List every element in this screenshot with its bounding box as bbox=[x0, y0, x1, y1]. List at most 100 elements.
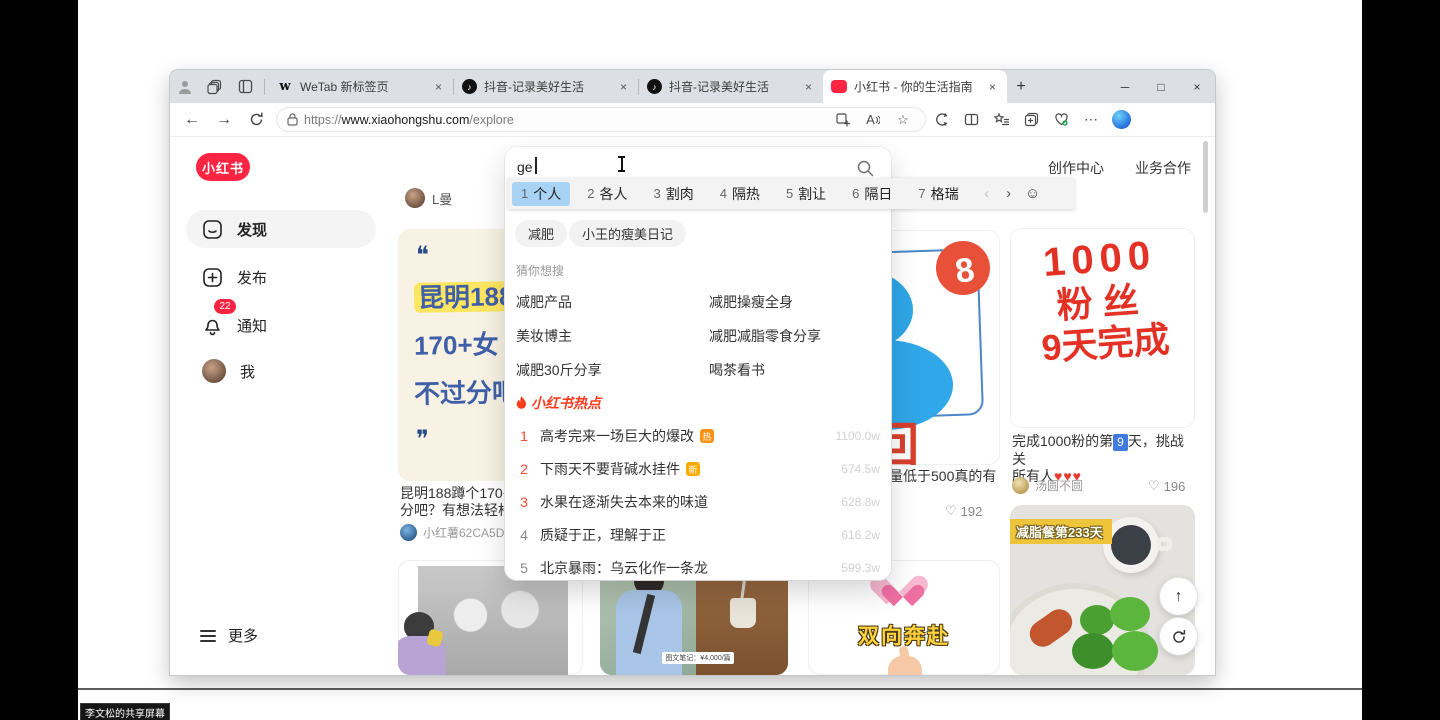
tab-douyin-1[interactable]: ♪ 抖音-记录美好生活 × bbox=[454, 70, 638, 103]
refresh-feed-button[interactable] bbox=[1160, 618, 1197, 655]
maximize-button[interactable]: □ bbox=[1143, 70, 1179, 103]
refresh-icon bbox=[1171, 629, 1187, 645]
search-suggestion[interactable]: 减肥减脂零食分享 bbox=[709, 326, 821, 346]
favorite-star-icon[interactable]: ☆ bbox=[891, 109, 915, 131]
note-card-1000-fans[interactable]: 1000 粉丝 9天完成 bbox=[1010, 228, 1195, 428]
favorites-icon[interactable] bbox=[986, 106, 1016, 134]
search-suggestion[interactable]: 减肥产品 bbox=[516, 292, 572, 312]
hot-topic-item[interactable]: 1 高考完来一场巨大的爆改 热 1100.0w bbox=[516, 425, 880, 447]
sidebar-item-label: 更多 bbox=[228, 625, 258, 646]
sidebar-item-label: 发布 bbox=[237, 267, 267, 288]
tab-close-icon[interactable]: × bbox=[617, 80, 630, 94]
hot-topic-item[interactable]: 3 水果在逐渐失去本来的味道 628.8w bbox=[516, 491, 880, 513]
search-suggestion[interactable]: 减肥30斤分享 bbox=[516, 360, 602, 380]
page-scrollbar[interactable] bbox=[1203, 141, 1208, 213]
tab-douyin-2[interactable]: ♪ 抖音-记录美好生活 × bbox=[639, 70, 823, 103]
read-aloud-icon[interactable]: A bbox=[861, 109, 885, 131]
note-title-cropped[interactable]: 量低于500真的有 bbox=[889, 468, 996, 485]
shopping-icon[interactable] bbox=[926, 106, 956, 134]
hamburger-icon bbox=[200, 627, 216, 645]
browser-essentials-icon[interactable] bbox=[1046, 106, 1076, 134]
search-input[interactable]: ge bbox=[517, 159, 533, 175]
search-icon[interactable] bbox=[857, 160, 874, 177]
feed-user-chip[interactable]: L曼 bbox=[405, 188, 452, 208]
discover-icon bbox=[202, 219, 223, 240]
ime-candidate[interactable]: 2各人 bbox=[578, 182, 636, 206]
settings-more-icon[interactable]: ⋯ bbox=[1076, 106, 1106, 134]
tab-strip: w WeTab 新标签页 × ♪ 抖音-记录美好生活 × ♪ 抖音-记录美好生活… bbox=[170, 70, 1215, 103]
sidebar-item-notifications[interactable]: 通知 bbox=[186, 306, 376, 344]
broccoli bbox=[1110, 597, 1150, 631]
hot-topic-item[interactable]: 5 北京暴雨：乌云化作一条龙 599.3w bbox=[516, 557, 880, 579]
screen-share-label: 李文松的共享屏幕 bbox=[80, 703, 170, 720]
feed-user-name: L曼 bbox=[432, 189, 452, 208]
tab-label: 小红书 - 你的生活指南 bbox=[854, 78, 979, 95]
douyin-favicon: ♪ bbox=[647, 79, 662, 94]
note-author[interactable]: 小红薯62CA5DA bbox=[400, 524, 512, 541]
address-bar[interactable]: https://www.xiaohongshu.com/explore A ☆ bbox=[276, 107, 926, 132]
tab-label: 抖音-记录美好生活 bbox=[669, 78, 795, 95]
ime-candidate-selected[interactable]: 1个人 bbox=[512, 182, 570, 206]
hot-topic-item[interactable]: 4 质疑于正，理解于正 616.2w bbox=[516, 524, 880, 546]
tab-close-icon[interactable]: × bbox=[432, 80, 445, 94]
mouse-ibeam-cursor bbox=[616, 155, 627, 172]
tab-close-icon[interactable]: × bbox=[986, 80, 999, 94]
sidebar-item-discover[interactable]: 发现 bbox=[186, 210, 376, 248]
back-button[interactable]: ← bbox=[176, 106, 208, 134]
ime-emoji-icon[interactable]: ☺ bbox=[1020, 185, 1046, 202]
sidebar-item-more[interactable]: 更多 bbox=[200, 625, 258, 646]
url-text: https://www.xiaohongshu.com/explore bbox=[304, 113, 514, 127]
hot-topic-item[interactable]: 2 下雨天不要背碱水挂件 新 674.5w bbox=[516, 458, 880, 480]
new-badge: 新 bbox=[686, 462, 700, 476]
xiaohongshu-logo[interactable]: 小红书 bbox=[196, 153, 250, 181]
note-author[interactable]: 汤圆不圆 bbox=[1012, 477, 1083, 494]
minimize-button[interactable]: ─ bbox=[1107, 70, 1143, 103]
creator-center-link[interactable]: 创作中心 bbox=[1048, 158, 1104, 178]
like-count[interactable]: ♡196 bbox=[1148, 478, 1185, 494]
split-new-tab-icon[interactable] bbox=[831, 109, 855, 131]
business-link[interactable]: 业务合作 bbox=[1135, 158, 1191, 178]
quote-close: ❞ bbox=[416, 425, 429, 453]
scroll-to-top-button[interactable]: ↑ bbox=[1160, 578, 1197, 615]
video-edge-line bbox=[78, 688, 1362, 690]
search-suggestion[interactable]: 减肥操瘦全身 bbox=[709, 292, 793, 312]
history-chip[interactable]: 小王的瘦美日记 bbox=[569, 220, 686, 247]
ime-candidate[interactable]: 7格瑞 bbox=[909, 182, 967, 206]
like-count[interactable]: ♡192 bbox=[945, 503, 982, 519]
tab-close-icon[interactable]: × bbox=[802, 80, 815, 94]
hot-topics-header: 小红书热点 bbox=[516, 393, 601, 413]
copilot-icon[interactable] bbox=[1112, 110, 1131, 129]
photo-caption-banner: 减脂餐第233天 bbox=[1010, 519, 1112, 544]
edge-browser-window: w WeTab 新标签页 × ♪ 抖音-记录美好生活 × ♪ 抖音-记录美好生活… bbox=[170, 70, 1215, 675]
sidebar-item-publish[interactable]: 发布 bbox=[186, 258, 376, 296]
author-name: 小红薯62CA5DA bbox=[423, 524, 512, 541]
search-suggestion[interactable]: 喝茶看书 bbox=[709, 360, 765, 380]
ime-candidate[interactable]: 3割肉 bbox=[644, 182, 702, 206]
tab-xiaohongshu-active[interactable]: 小红书 - 你的生活指南 × bbox=[823, 70, 1007, 103]
author-avatar bbox=[400, 524, 417, 541]
douyin-favicon: ♪ bbox=[462, 79, 477, 94]
forward-button[interactable]: → bbox=[208, 106, 240, 134]
profile-icon[interactable] bbox=[170, 70, 200, 103]
ime-candidate-bar: 1个人 2各人 3割肉 4隔热 5割让 6隔日 7格瑞 ‹ › ☺ bbox=[508, 178, 1074, 209]
refresh-button[interactable] bbox=[240, 106, 272, 134]
workspaces-icon[interactable] bbox=[200, 70, 230, 103]
ime-candidate[interactable]: 5割让 bbox=[777, 182, 835, 206]
tab-wetab[interactable]: w WeTab 新标签页 × bbox=[269, 70, 453, 103]
collections-icon[interactable] bbox=[1016, 106, 1046, 134]
close-button[interactable]: × bbox=[1179, 70, 1215, 103]
tab-label: WeTab 新标签页 bbox=[300, 78, 425, 95]
history-chip[interactable]: 减肥 bbox=[515, 220, 567, 247]
vertical-tabs-icon[interactable] bbox=[230, 70, 260, 103]
xiaohongshu-favicon bbox=[831, 80, 847, 93]
new-tab-button[interactable]: + bbox=[1007, 73, 1035, 101]
split-screen-icon[interactable] bbox=[956, 106, 986, 134]
ime-next-page-icon[interactable]: › bbox=[998, 185, 1020, 202]
sidebar-item-me[interactable]: 我 bbox=[186, 352, 376, 390]
browser-toolbar: ← → https://www.xiaohongshu.com/explore … bbox=[170, 103, 1215, 137]
ime-candidate[interactable]: 4隔热 bbox=[711, 182, 769, 206]
ime-prev-page-icon[interactable]: ‹ bbox=[976, 185, 998, 202]
quote-line-2: 170+女 bbox=[414, 324, 499, 362]
search-suggestion[interactable]: 美妆博主 bbox=[516, 326, 572, 346]
ime-candidate[interactable]: 6隔日 bbox=[843, 182, 901, 206]
